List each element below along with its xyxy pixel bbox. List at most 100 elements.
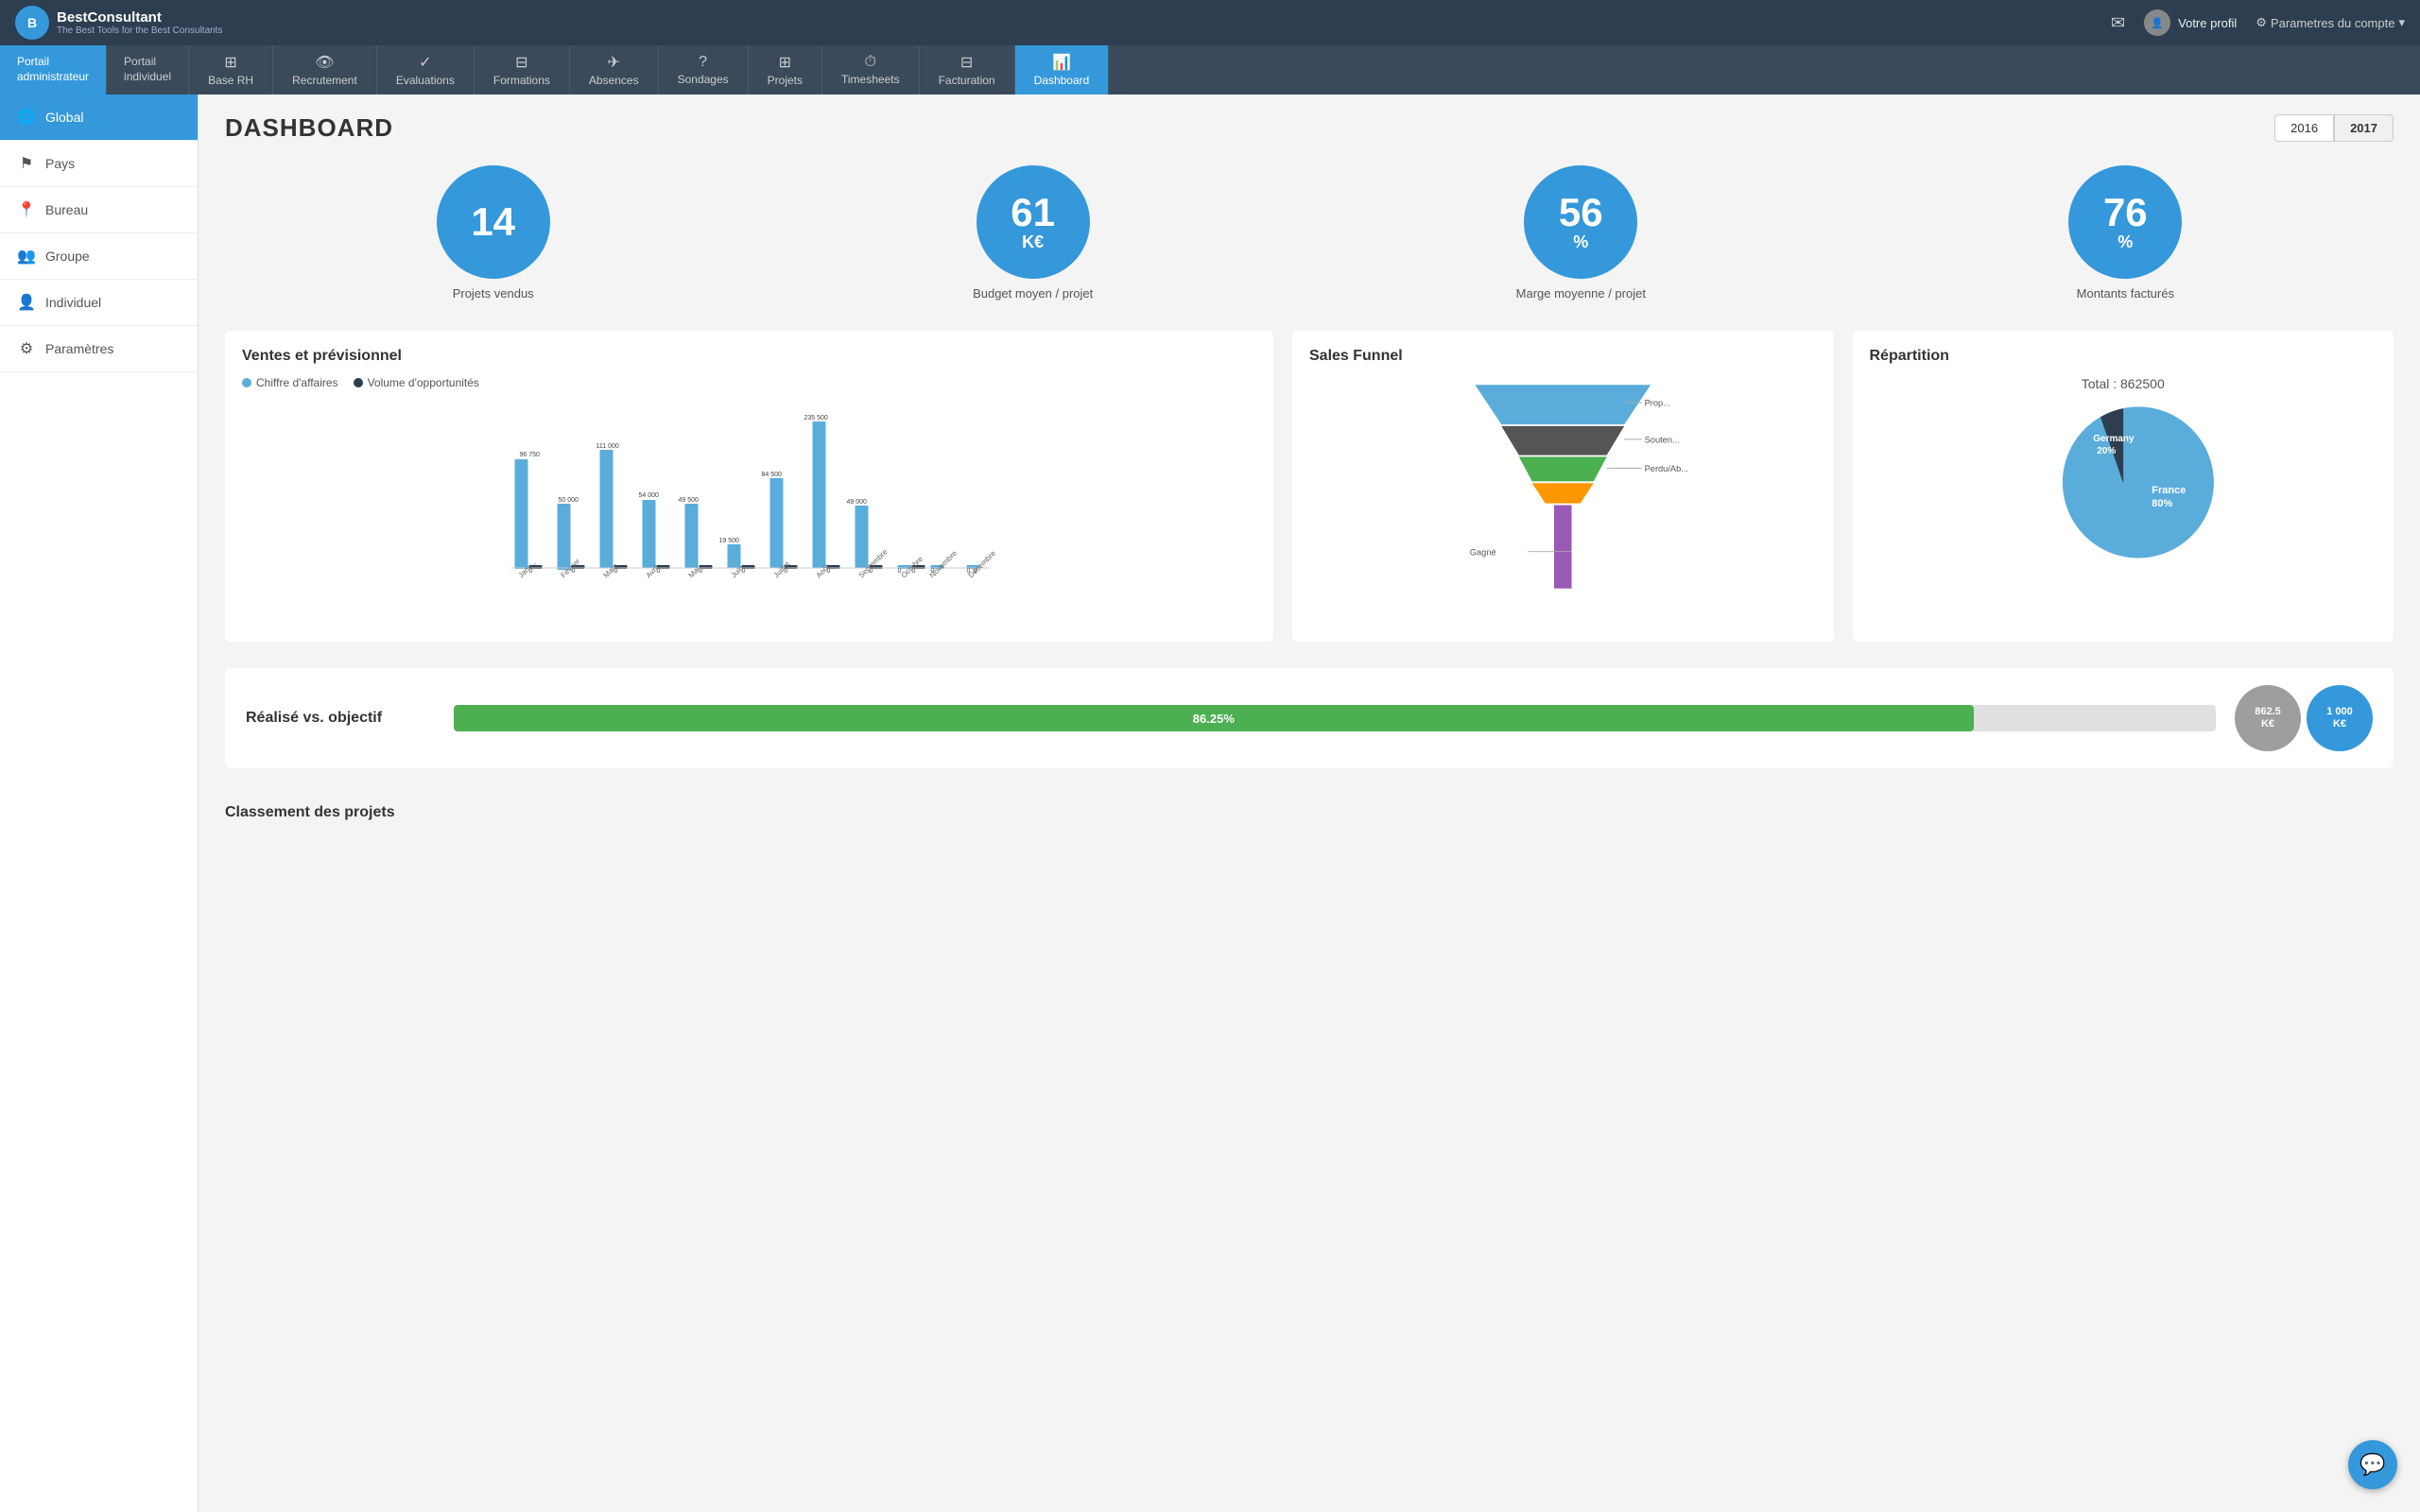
- badge-realise: 862.5 K€: [2235, 685, 2301, 751]
- portal-tab-admin[interactable]: Portailadministrateur: [0, 45, 107, 94]
- svg-text:Germany: Germany: [2093, 434, 2135, 444]
- badge-realise-unit: K€: [2261, 718, 2274, 730]
- chat-button[interactable]: 💬: [2348, 1440, 2397, 1489]
- tab-absences[interactable]: ✈ Absences: [570, 45, 659, 94]
- params-label: Parametres du compte: [2271, 16, 2395, 30]
- sidebar-item-pays[interactable]: ⚑ Pays: [0, 141, 198, 187]
- sidebar-parametres-label: Paramètres: [45, 341, 113, 356]
- recrutement-icon: 👁: [315, 53, 334, 72]
- dashboard-icon: 📊: [1052, 53, 1071, 72]
- tab-facturation-label: Facturation: [939, 74, 995, 87]
- sidebar-item-individuel[interactable]: 👤 Individuel: [0, 280, 198, 326]
- svg-text:Souten...: Souten...: [1645, 436, 1680, 445]
- sidebar-item-global[interactable]: 🌐 Global: [0, 94, 198, 141]
- mail-icon[interactable]: ✉: [2111, 13, 2125, 33]
- logo-area: B BestConsultant The Best Tools for the …: [15, 6, 222, 40]
- chevron-down-icon: ▾: [2398, 15, 2405, 30]
- logo-text: BestConsultant The Best Tools for the Be…: [57, 9, 222, 36]
- legend-volume-label: Volume d'opportunités: [368, 376, 479, 389]
- progress-bar-outer: 86.25%: [454, 705, 2216, 731]
- svg-text:Décembre: Décembre: [967, 549, 998, 580]
- individuel-icon: 👤: [17, 293, 36, 312]
- tab-dashboard[interactable]: 📊 Dashboard: [1015, 45, 1110, 94]
- portal-tab-individual[interactable]: Portailindividuel: [107, 45, 189, 94]
- kpi-label-marge: Marge moyenne / projet: [1516, 286, 1646, 301]
- top-bar: B BestConsultant The Best Tools for the …: [0, 0, 2420, 45]
- year-2017-button[interactable]: 2017: [2334, 114, 2394, 142]
- badge-objectif-value: 1 000: [2326, 706, 2353, 718]
- pie-total: Total : 862500: [1870, 376, 2377, 391]
- sidebar-pays-label: Pays: [45, 156, 75, 171]
- tab-evaluations[interactable]: ✓ Evaluations: [377, 45, 475, 94]
- pie-svg: France 80% Germany 20%: [1870, 399, 2377, 569]
- kpi-label-montants: Montants facturés: [2077, 286, 2174, 301]
- profile-area[interactable]: 👤 Votre profil: [2144, 9, 2237, 36]
- projets-icon: ⊞: [779, 53, 791, 72]
- sidebar-item-parametres[interactable]: ⚙ Paramètres: [0, 326, 198, 372]
- kpi-circle-budget: 61 K€: [977, 165, 1090, 279]
- tab-formations-label: Formations: [493, 74, 550, 87]
- tab-evaluations-label: Evaluations: [396, 74, 455, 87]
- main-content: DASHBOARD 2016 2017 14 Projets vendus 61…: [199, 94, 2420, 1512]
- kpi-circle-projets: 14: [437, 165, 550, 279]
- sidebar-bureau-label: Bureau: [45, 202, 88, 217]
- sidebar-global-label: Global: [45, 110, 83, 125]
- svg-text:50 000: 50 000: [559, 497, 579, 504]
- repartition-chart: Répartition Total : 862500 France 80% Ge…: [1853, 331, 2394, 642]
- sidebar-item-bureau[interactable]: 📍 Bureau: [0, 187, 198, 233]
- svg-text:84 500: 84 500: [762, 472, 783, 478]
- kpi-number-budget: 61: [1011, 193, 1055, 232]
- legend-dot-chiffre: [242, 378, 251, 387]
- gear-icon: ⚙: [2256, 15, 2267, 30]
- tab-formations[interactable]: ⊟ Formations: [475, 45, 570, 94]
- kpi-marge-moyenne: 56 % Marge moyenne / projet: [1516, 165, 1646, 301]
- tab-timesheets[interactable]: ⏱ Timesheets: [822, 45, 920, 94]
- evaluations-icon: ✓: [419, 53, 431, 72]
- svg-text:20%: 20%: [2097, 446, 2116, 456]
- tab-projets[interactable]: ⊞ Projets: [749, 45, 822, 94]
- sidebar-groupe-label: Groupe: [45, 249, 90, 264]
- kpi-row: 14 Projets vendus 61 K€ Budget moyen / p…: [225, 165, 2394, 301]
- logo-circle: B: [15, 6, 49, 40]
- kpi-circle-montants: 76 %: [2068, 165, 2182, 279]
- formations-icon: ⊟: [515, 53, 527, 72]
- sales-funnel-chart: Sales Funnel Prop...: [1292, 331, 1834, 642]
- dashboard-header: DASHBOARD 2016 2017: [225, 113, 2394, 143]
- kpi-montants-factures: 76 % Montants facturés: [2068, 165, 2182, 301]
- kpi-projets-vendus: 14 Projets vendus: [437, 165, 550, 301]
- sidebar: 🌐 Global ⚑ Pays 📍 Bureau 👥 Groupe 👤 Indi…: [0, 94, 199, 1512]
- charts-row: Ventes et prévisionnel Chiffre d'affaire…: [225, 331, 2394, 642]
- sidebar-individuel-label: Individuel: [45, 295, 101, 310]
- legend-dot-volume: [354, 378, 363, 387]
- portal-admin-label: Portailadministrateur: [17, 55, 89, 84]
- portal-tab-group: ⊞ Base RH 👁 Recrutement ✓ Evaluations ⊟ …: [189, 45, 2420, 94]
- tab-projets-label: Projets: [768, 74, 803, 87]
- kpi-unit-marge: %: [1573, 232, 1588, 252]
- sidebar-item-groupe[interactable]: 👥 Groupe: [0, 233, 198, 280]
- ventes-legend: Chiffre d'affaires Volume d'opportunités: [242, 376, 1256, 389]
- tab-sondages[interactable]: ? Sondages: [659, 45, 749, 94]
- svg-text:Novembre: Novembre: [928, 549, 959, 580]
- portal-individual-label: Portailindividuel: [124, 55, 171, 84]
- year-2016-button[interactable]: 2016: [2274, 114, 2334, 142]
- facturation-icon: ⊟: [960, 53, 973, 72]
- funnel-svg: Prop... Souten... Perdu/Ab... Gagné: [1309, 376, 1817, 622]
- bar-chart-svg: 96 750 0 50 000 0 111 000 0 54 000: [242, 403, 1256, 592]
- base-rh-icon: ⊞: [224, 53, 236, 72]
- kpi-unit-budget: K€: [1022, 232, 1044, 252]
- kpi-label-projets: Projets vendus: [453, 286, 534, 301]
- params-area[interactable]: ⚙ Parametres du compte ▾: [2256, 15, 2405, 30]
- tab-recrutement-label: Recrutement: [292, 74, 357, 87]
- svg-text:49 000: 49 000: [847, 499, 868, 506]
- kpi-number-montants: 76: [2103, 193, 2148, 232]
- badge-objectif: 1 000 K€: [2307, 685, 2373, 751]
- tab-facturation[interactable]: ⊟ Facturation: [920, 45, 1015, 94]
- tab-base-rh[interactable]: ⊞ Base RH: [189, 45, 273, 94]
- page-title: DASHBOARD: [225, 113, 393, 143]
- realise-label: Réalisé vs. objectif: [246, 710, 435, 727]
- svg-text:235 500: 235 500: [804, 415, 828, 421]
- kpi-label-budget: Budget moyen / projet: [973, 286, 1093, 301]
- legend-volume: Volume d'opportunités: [354, 376, 479, 389]
- year-selector: 2016 2017: [2274, 114, 2394, 142]
- tab-recrutement[interactable]: 👁 Recrutement: [273, 45, 377, 94]
